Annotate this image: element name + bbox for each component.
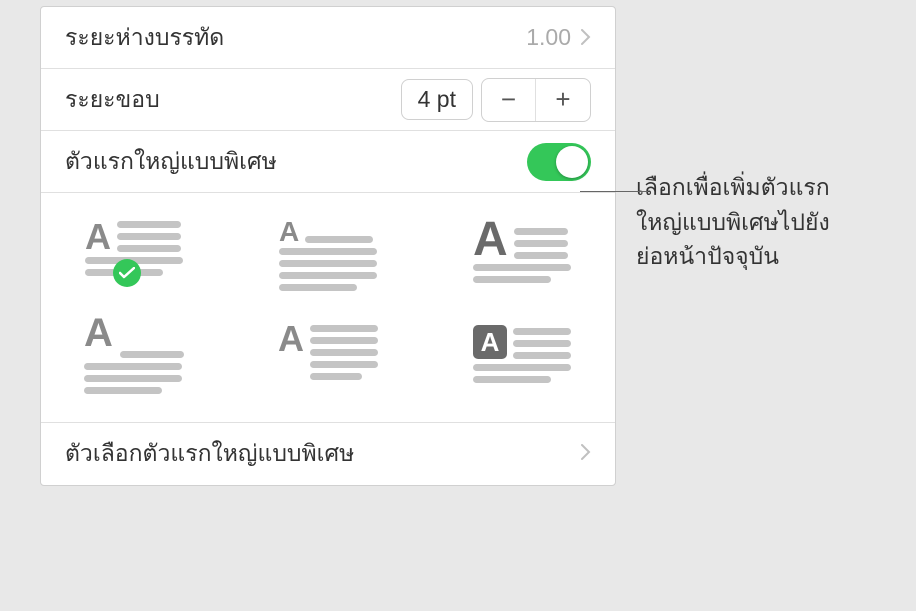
text-line-icon — [310, 325, 378, 332]
letter-a-icon: A — [473, 221, 508, 259]
letter-a-icon: A — [279, 221, 299, 243]
drop-cap-style-4[interactable]: A — [84, 325, 184, 394]
line-spacing-label: ระยะห่างบรรทัด — [65, 20, 224, 56]
drop-cap-style-5[interactable]: A — [278, 325, 378, 394]
text-line-icon — [84, 375, 182, 382]
text-line-icon — [279, 248, 377, 255]
margin-plus-button[interactable]: + — [536, 79, 590, 121]
text-line-icon — [513, 340, 571, 347]
text-line-icon — [513, 328, 571, 335]
text-line-icon — [310, 337, 378, 344]
line-spacing-value: 1.00 — [526, 24, 571, 51]
drop-cap-options-label: ตัวเลือกตัวแรกใหญ่แบบพิเศษ — [65, 436, 354, 472]
drop-cap-style-1[interactable]: A — [85, 221, 183, 291]
margin-stepper: − + — [481, 78, 591, 122]
drop-cap-style-3[interactable]: A — [473, 221, 571, 291]
margin-stepper-group: 4 pt − + — [401, 78, 591, 122]
drop-cap-style-6[interactable]: A — [473, 325, 571, 394]
drop-cap-toggle[interactable] — [527, 143, 591, 181]
margin-row: ระยะขอบ 4 pt − + — [41, 69, 615, 131]
text-line-icon — [279, 272, 377, 279]
callout-line-2: ใหญ่แบบพิเศษไปยัง — [636, 205, 906, 240]
letter-a-inverted-icon: A — [473, 325, 507, 359]
letter-a-icon: A — [278, 325, 304, 354]
text-line-icon — [513, 352, 571, 359]
checkmark-icon — [113, 259, 141, 287]
text-line-icon — [473, 364, 571, 371]
letter-a-icon: A — [85, 223, 111, 252]
text-line-icon — [279, 260, 377, 267]
text-line-icon — [84, 387, 162, 394]
drop-cap-label: ตัวแรกใหญ่แบบพิเศษ — [65, 144, 277, 180]
formatting-panel: ระยะห่างบรรทัด 1.00 ระยะขอบ 4 pt − + ตัว… — [40, 6, 616, 486]
chevron-right-icon — [581, 444, 591, 465]
text-line-icon — [310, 349, 378, 356]
drop-cap-toggle-row: ตัวแรกใหญ่แบบพิเศษ — [41, 131, 615, 193]
text-line-icon — [305, 236, 373, 243]
callout-connector-line — [580, 191, 648, 192]
line-spacing-value-group: 1.00 — [526, 24, 591, 51]
text-line-icon — [514, 252, 568, 259]
callout-line-1: เลือกเพื่อเพิ่มตัวแรก — [636, 170, 906, 205]
text-line-icon — [473, 276, 551, 283]
text-line-icon — [279, 284, 357, 291]
callout-line-3: ย่อหน้าปัจจุบัน — [636, 239, 906, 274]
drop-cap-styles-section: A A — [41, 193, 615, 423]
callout-text: เลือกเพื่อเพิ่มตัวแรก ใหญ่แบบพิเศษไปยัง … — [636, 170, 906, 274]
text-line-icon — [473, 376, 551, 383]
toggle-knob — [556, 146, 588, 178]
text-line-icon — [120, 351, 184, 358]
text-line-icon — [473, 264, 571, 271]
drop-cap-options-row[interactable]: ตัวเลือกตัวแรกใหญ่แบบพิเศษ — [41, 423, 615, 485]
text-line-icon — [514, 228, 568, 235]
chevron-right-icon — [581, 24, 591, 51]
letter-a-icon: A — [84, 317, 113, 349]
text-line-icon — [84, 363, 182, 370]
drop-cap-style-2[interactable]: A — [279, 221, 377, 291]
margin-minus-button[interactable]: − — [482, 79, 536, 121]
text-line-icon — [117, 221, 181, 228]
text-line-icon — [310, 361, 378, 368]
margin-label: ระยะขอบ — [65, 82, 160, 118]
text-line-icon — [117, 233, 181, 240]
line-spacing-row[interactable]: ระยะห่างบรรทัด 1.00 — [41, 7, 615, 69]
text-line-icon — [514, 240, 568, 247]
margin-value: 4 pt — [401, 79, 473, 120]
text-line-icon — [117, 245, 181, 252]
drop-cap-grid: A A — [65, 221, 591, 394]
text-line-icon — [310, 373, 362, 380]
